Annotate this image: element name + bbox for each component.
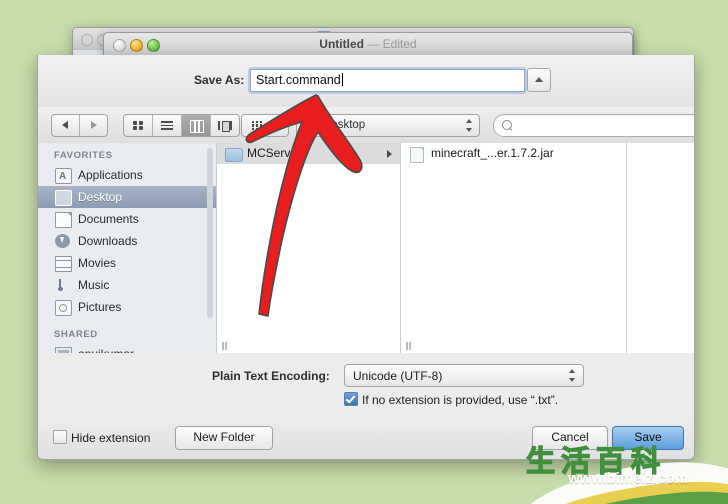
sidebar-item-movies[interactable]: Movies (38, 252, 216, 274)
search-input[interactable] (493, 114, 694, 137)
sidebar-item-desktop[interactable]: Desktop (38, 186, 216, 208)
watermark-swoosh-white (507, 453, 728, 504)
pictures-icon (55, 300, 72, 316)
file-row-label: minecraft_...er.1.7.2.jar (431, 146, 554, 160)
sidebar-item-label: Downloads (78, 234, 138, 248)
grid-icon (133, 121, 143, 130)
sidebar-item-anujkumar[interactable]: anujkumar (38, 343, 216, 353)
column-resize-grip[interactable] (221, 342, 230, 351)
sidebar-item-label: Pictures (78, 300, 122, 314)
stepper-icon (466, 119, 473, 132)
sidebar-item-documents[interactable]: Documents (38, 208, 216, 230)
forward-button[interactable] (80, 115, 107, 136)
sidebar-item-label: Desktop (78, 190, 123, 204)
chevron-down-icon (272, 124, 280, 129)
hide-extension-label: Hide extension (71, 431, 151, 445)
sidebar-item-label: Applications (78, 168, 143, 182)
save-button[interactable]: Save (612, 426, 684, 450)
coverflow-view-button[interactable] (211, 115, 239, 136)
movies-icon (55, 256, 72, 272)
encoding-value: Unicode (UTF-8) (353, 369, 443, 383)
options-panel: Plain Text Encoding: Unicode (UTF-8) If … (38, 353, 694, 416)
applications-icon (55, 166, 72, 188)
sidebar-item-label: Music (78, 278, 110, 292)
extension-checkbox-row[interactable]: If no extension is provided, use “.txt”. (344, 392, 558, 407)
folder-icon (225, 148, 243, 162)
file-icon (410, 147, 424, 163)
back-button[interactable] (52, 115, 80, 136)
arrange-by-button[interactable] (241, 114, 289, 137)
browser-toolbar: Desktop (38, 107, 694, 144)
navigation-segmented-control (51, 114, 108, 137)
text-caret (341, 73, 343, 86)
encoding-popup-button[interactable]: Unicode (UTF-8) (344, 364, 584, 387)
disclosure-toggle-button[interactable] (527, 68, 551, 92)
file-row-mcserver[interactable]: MCServer (217, 143, 400, 164)
sidebar-item-pictures[interactable]: Pictures (38, 296, 216, 318)
music-icon (55, 278, 70, 292)
sidebar-scrollbar[interactable] (207, 148, 213, 318)
sidebar-item-downloads[interactable]: Downloads (38, 230, 216, 252)
save-as-input[interactable]: Start.command (250, 69, 525, 92)
save-as-value: Start.command (256, 73, 341, 87)
list-view-button[interactable] (153, 115, 182, 136)
encoding-label: Plain Text Encoding: (212, 369, 330, 383)
new-folder-button[interactable]: New Folder (175, 426, 273, 450)
search-icon (502, 120, 512, 130)
columns-icon (190, 120, 204, 133)
watermark-url: www.bimeiz.com (568, 470, 689, 487)
folder-icon (303, 120, 320, 133)
chevron-right-icon (387, 150, 392, 158)
sidebar: FAVORITES Applications Desktop Documents… (38, 143, 217, 353)
document-title-separator: — (367, 37, 380, 51)
grid-dots-icon (252, 121, 263, 131)
sidebar-section-header-favorites: FAVORITES (54, 150, 113, 161)
document-title-text: Untitled (319, 37, 364, 51)
extension-checkbox-label: If no extension is provided, use “.txt”. (362, 393, 559, 407)
view-mode-segmented-control (123, 114, 240, 137)
column-view-button[interactable] (182, 115, 211, 136)
screenshot-root: MCServer Untitled — Edited Save As: Star… (0, 0, 728, 504)
save-as-row: Save As: Start.command (38, 55, 694, 108)
browser-column-2: minecraft_...er.1.7.2.jar (401, 143, 627, 353)
sidebar-item-label: Documents (78, 212, 139, 226)
browser-column-3 (627, 143, 694, 353)
browser-column-1: MCServer (217, 143, 401, 353)
hide-extension-checkbox[interactable] (53, 430, 67, 444)
chevron-left-icon (62, 121, 68, 129)
list-icon (161, 121, 173, 130)
dialog-footer: Hide extension New Folder Cancel Save (38, 415, 694, 459)
document-edited-state: Edited (382, 37, 417, 51)
file-browser: FAVORITES Applications Desktop Documents… (38, 143, 694, 354)
sidebar-item-label: Movies (78, 256, 117, 270)
extension-checkbox[interactable] (344, 392, 358, 406)
stepper-icon (569, 369, 576, 382)
watermark-swoosh-green (520, 483, 728, 504)
hide-extension-row[interactable]: Hide extension (53, 430, 150, 445)
file-row-minecraft-jar[interactable]: minecraft_...er.1.7.2.jar (401, 143, 626, 164)
sidebar-item-applications[interactable]: Applications (38, 164, 216, 188)
documents-icon (55, 212, 72, 228)
file-row-label: MCServer (247, 146, 302, 160)
save-dialog-sheet: Save As: Start.command Desktop FAVORITES… (37, 55, 695, 460)
path-popup-button[interactable]: Desktop (296, 114, 480, 137)
column-resize-grip[interactable] (405, 342, 414, 351)
path-popup-label: Desktop (323, 119, 366, 131)
triangle-up-icon (535, 77, 543, 82)
document-window-title: Untitled — Edited (104, 37, 632, 51)
watermark-swoosh-yellow (514, 473, 728, 504)
icon-view-button[interactable] (124, 115, 153, 136)
downloads-icon (55, 234, 70, 248)
chevron-right-icon (91, 121, 97, 129)
save-as-label: Save As: (194, 73, 245, 87)
coverflow-icon (218, 120, 232, 132)
sidebar-section-header-shared: SHARED (54, 329, 98, 340)
cancel-button[interactable]: Cancel (532, 426, 608, 450)
sidebar-item-music[interactable]: Music (38, 274, 216, 296)
desktop-icon (55, 190, 72, 206)
